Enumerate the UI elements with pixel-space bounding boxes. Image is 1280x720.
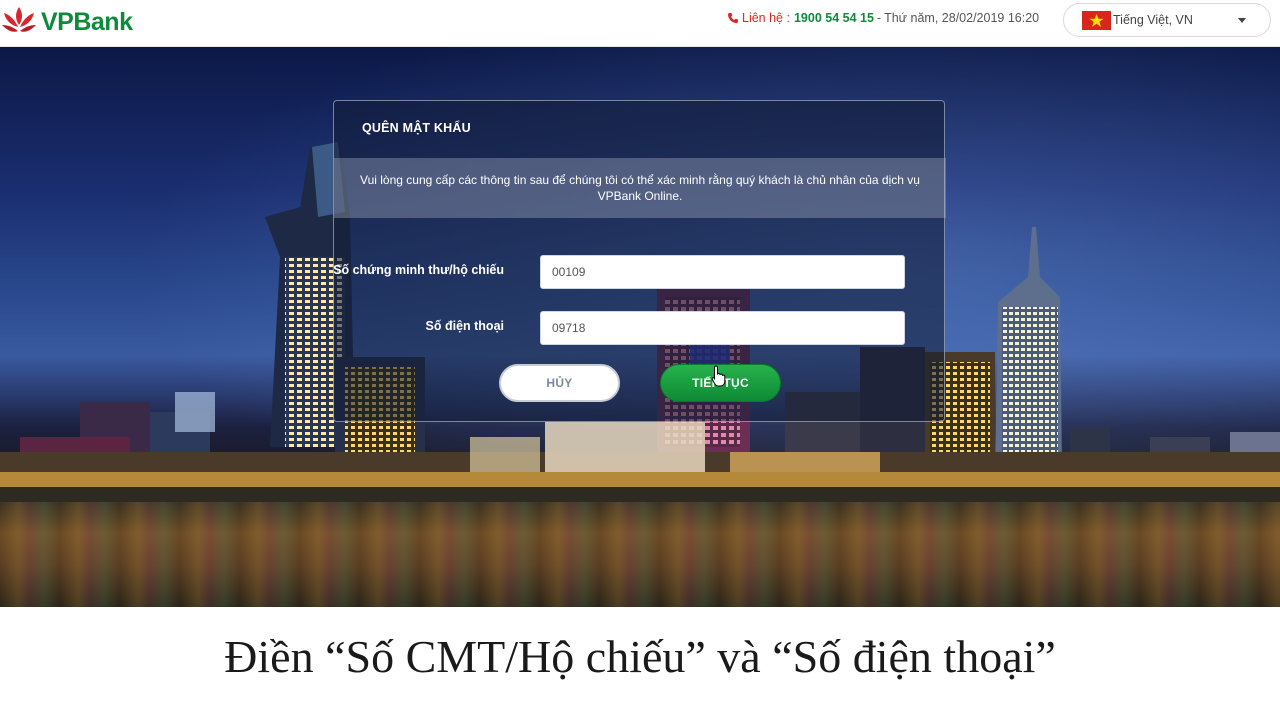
id-number-label: Số chứng minh thư/hộ chiếu: [333, 263, 504, 277]
current-datetime: Thứ năm, 28/02/2019 16:20: [884, 11, 1040, 25]
vpbank-logo[interactable]: VPBank: [0, 4, 133, 40]
language-selector[interactable]: Tiếng Việt, VN: [1063, 3, 1271, 37]
vietnam-flag-icon: [1082, 10, 1111, 30]
forgot-password-panel: QUÊN MẬT KHẨU Vui lòng cung cấp các thôn…: [333, 100, 946, 422]
separator: -: [876, 11, 882, 25]
phone-number-label: Số điện thoại: [425, 319, 504, 333]
mouse-pointer-icon: [711, 365, 726, 387]
phone-icon: [728, 13, 738, 23]
id-number-input[interactable]: [540, 255, 905, 289]
contact-label: Liên hệ :: [742, 11, 790, 25]
panel-description: Vui lòng cung cấp các thông tin sau để c…: [334, 158, 946, 218]
cancel-button[interactable]: HỦY: [499, 364, 620, 402]
chevron-down-icon: [1238, 18, 1246, 23]
contact-info: Liên hệ : 1900 54 54 15 - Thứ năm, 28/02…: [727, 11, 1039, 25]
panel-title: QUÊN MẬT KHẨU: [362, 121, 471, 135]
vpbank-logo-icon: [2, 7, 36, 32]
phone-number-input[interactable]: [540, 311, 905, 345]
video-caption: Điền “Số CMT/Hộ chiếu” và “Số điện thoại…: [0, 607, 1280, 720]
language-label: Tiếng Việt, VN: [1113, 13, 1193, 27]
top-header: VPBank Liên hệ : 1900 54 54 15 - Thứ năm…: [0, 0, 1280, 47]
brand-name: VPBank: [41, 7, 133, 36]
hotline-number[interactable]: 1900 54 54 15: [794, 11, 874, 25]
